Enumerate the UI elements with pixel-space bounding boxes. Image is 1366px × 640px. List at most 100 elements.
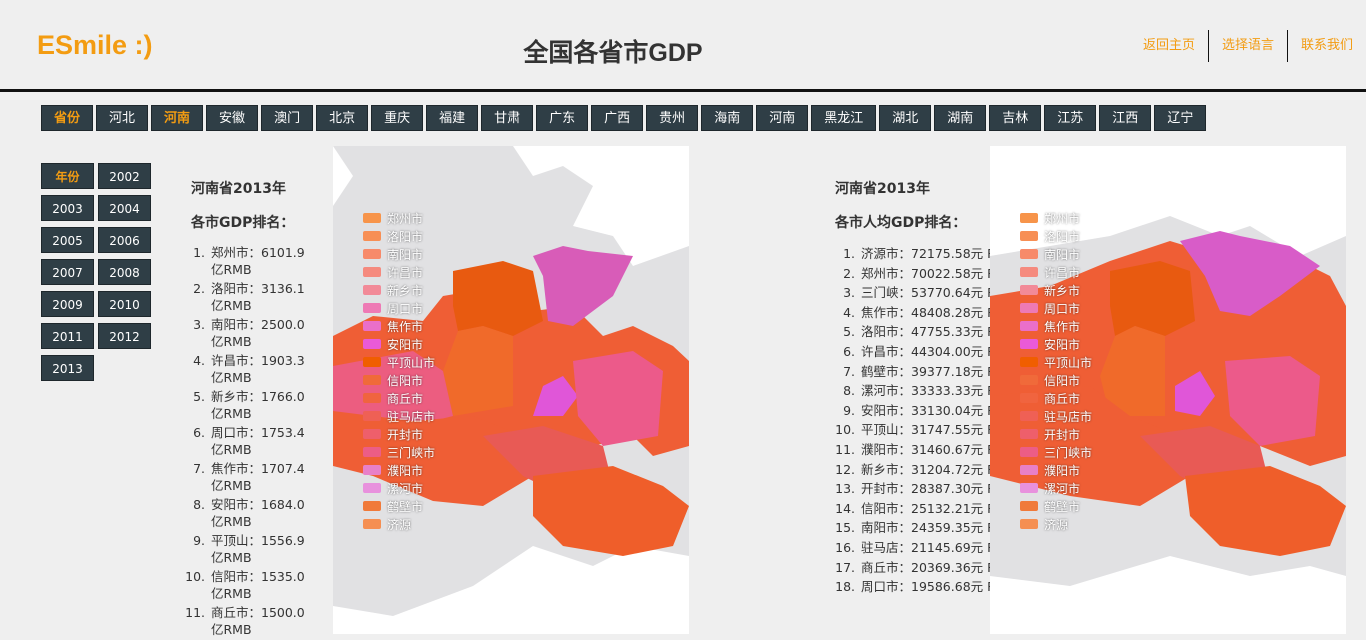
province-bar: 省份 河北 河南 安徽 澳门 北京 重庆 福建 甘肃 广东 广西 贵州 海南 河南 黑龙江 湖北 湖南 吉林 江苏… (41, 105, 1209, 131)
legend-item[interactable]: 焦作市 (363, 317, 435, 335)
legend-item[interactable]: 漯河市 (363, 479, 435, 497)
legend-item[interactable]: 信阳市 (1020, 371, 1092, 389)
legend-item[interactable]: 新乡市 (363, 281, 435, 299)
province-button[interactable]: 澳门 (261, 105, 314, 131)
gdp-map-panel[interactable]: 郑州市 洛阳市 南阳市 许昌市新乡市 周口市 焦作市 安阳市 平顶山市 信阳市 商丘市 驻马店市开封… (333, 146, 689, 634)
year-button[interactable]: 2011 (41, 323, 94, 349)
province-button[interactable]: 河北 (96, 105, 149, 131)
year-button[interactable]: 2003 (41, 195, 94, 221)
nav-language-link[interactable]: 选择语言 (1209, 30, 1288, 62)
legend-item[interactable]: 商丘市 (1020, 389, 1092, 407)
province-button[interactable]: 广西 (591, 105, 644, 131)
legend-item[interactable]: 漯河市 (1020, 479, 1092, 497)
legend-swatch (1020, 213, 1038, 223)
legend-item[interactable]: 郑州市 (363, 209, 435, 227)
legend-item[interactable]: 洛阳市 (1020, 227, 1092, 245)
legend-item[interactable]: 平顶山市 (1020, 353, 1092, 371)
year-button[interactable]: 2004 (98, 195, 151, 221)
map-region[interactable] (533, 246, 633, 326)
legend-item[interactable]: 驻马店市 (363, 407, 435, 425)
province-button[interactable]: 福建 (426, 105, 479, 131)
legend-label: 济源 (1044, 517, 1069, 532)
year-button[interactable]: 2006 (98, 227, 151, 253)
legend-item[interactable]: 鹤壁市 (363, 497, 435, 515)
legend-item[interactable]: 许昌市 (1020, 263, 1092, 281)
ranking-item: 新乡市：1766.0亿RMB (209, 388, 316, 422)
province-button[interactable]: 重庆 (371, 105, 424, 131)
map-region[interactable] (1185, 466, 1346, 556)
province-button[interactable]: 河南 (756, 105, 809, 131)
ranking-item: 南阳市：24359.35元 RMB (859, 518, 1015, 538)
year-button[interactable]: 2005 (41, 227, 94, 253)
legend-item[interactable]: 信阳市 (363, 371, 435, 389)
legend-label: 南阳市 (1044, 247, 1081, 262)
province-button[interactable]: 江苏 (1044, 105, 1097, 131)
province-button[interactable]: 湖北 (879, 105, 932, 131)
legend-label: 鹤壁市 (387, 499, 424, 514)
legend-swatch (363, 339, 381, 349)
legend-label: 三门峡市 (1044, 445, 1093, 460)
province-button[interactable]: 甘肃 (481, 105, 534, 131)
year-button[interactable]: 2013 (41, 355, 94, 381)
year-button[interactable]: 2007 (41, 259, 94, 285)
legend-item[interactable]: 焦作市 (1020, 317, 1092, 335)
province-button[interactable]: 江西 (1099, 105, 1152, 131)
legend-swatch (1020, 465, 1038, 475)
legend-item[interactable]: 安阳市 (363, 335, 435, 353)
page-title: 全国各省市GDP (523, 39, 703, 67)
province-button[interactable]: 海南 (701, 105, 754, 131)
province-button[interactable]: 吉林 (989, 105, 1042, 131)
nav-contact-link[interactable]: 联系我们 (1288, 30, 1366, 62)
ranking-item: 周口市：19586.68元 RMB (859, 577, 1015, 597)
legend-item[interactable]: 许昌市 (363, 263, 435, 281)
legend-item[interactable]: 济源 (1020, 515, 1092, 533)
province-button[interactable]: 辽宁 (1154, 105, 1207, 131)
legend-label: 新乡市 (387, 283, 424, 298)
legend-label: 安阳市 (1044, 337, 1081, 352)
legend-item[interactable]: 三门峡市 (1020, 443, 1092, 461)
legend-item[interactable]: 新乡市 (1020, 281, 1092, 299)
province-button[interactable]: 北京 (316, 105, 369, 131)
legend-item[interactable]: 郑州市 (1020, 209, 1092, 227)
province-button[interactable]: 贵州 (646, 105, 699, 131)
legend-item[interactable]: 鹤壁市 (1020, 497, 1092, 515)
province-button[interactable]: 黑龙江 (811, 105, 877, 131)
map-region-jiyuan[interactable] (1110, 261, 1195, 336)
province-button[interactable]: 河南 (151, 105, 204, 131)
legend-item[interactable]: 三门峡市 (363, 443, 435, 461)
legend-item[interactable]: 南阳市 (1020, 245, 1092, 263)
legend-label: 驻马店市 (1044, 409, 1093, 424)
province-button[interactable]: 湖南 (934, 105, 987, 131)
map-region[interactable] (533, 466, 689, 556)
year-button[interactable]: 2009 (41, 291, 94, 317)
legend-label: 开封市 (387, 427, 424, 442)
legend-item[interactable]: 安阳市 (1020, 335, 1092, 353)
legend-label: 新乡市 (1044, 283, 1081, 298)
legend-item[interactable]: 商丘市 (363, 389, 435, 407)
year-button[interactable]: 2008 (98, 259, 151, 285)
legend-swatch (363, 231, 381, 241)
legend-item[interactable]: 平顶山市 (363, 353, 435, 371)
province-label-button[interactable]: 省份 (41, 105, 94, 131)
legend-label: 濮阳市 (1044, 463, 1081, 478)
legend-item[interactable]: 济源 (363, 515, 435, 533)
map-region-zhengzhou[interactable] (453, 261, 543, 336)
year-button[interactable]: 2010 (98, 291, 151, 317)
year-button[interactable]: 2012 (98, 323, 151, 349)
legend-item[interactable]: 开封市 (363, 425, 435, 443)
legend-item[interactable]: 周口市 (363, 299, 435, 317)
legend-item[interactable]: 濮阳市 (1020, 461, 1092, 479)
legend-item[interactable]: 洛阳市 (363, 227, 435, 245)
legend-item[interactable]: 开封市 (1020, 425, 1092, 443)
legend-label: 周口市 (1044, 301, 1081, 316)
nav-home-link[interactable]: 返回主页 (1130, 30, 1209, 62)
province-button[interactable]: 安徽 (206, 105, 259, 131)
legend-item[interactable]: 南阳市 (363, 245, 435, 263)
per-capita-map-panel[interactable]: 郑州市 洛阳市南阳市 许昌市新乡市周口市 焦作市安阳市 平顶山市 信阳市 商丘市驻马店市 开封… (990, 146, 1346, 634)
year-button[interactable]: 2002 (98, 163, 151, 189)
legend-item[interactable]: 周口市 (1020, 299, 1092, 317)
legend-item[interactable]: 驻马店市 (1020, 407, 1092, 425)
legend-item[interactable]: 濮阳市 (363, 461, 435, 479)
year-label-button[interactable]: 年份 (41, 163, 94, 189)
province-button[interactable]: 广东 (536, 105, 589, 131)
